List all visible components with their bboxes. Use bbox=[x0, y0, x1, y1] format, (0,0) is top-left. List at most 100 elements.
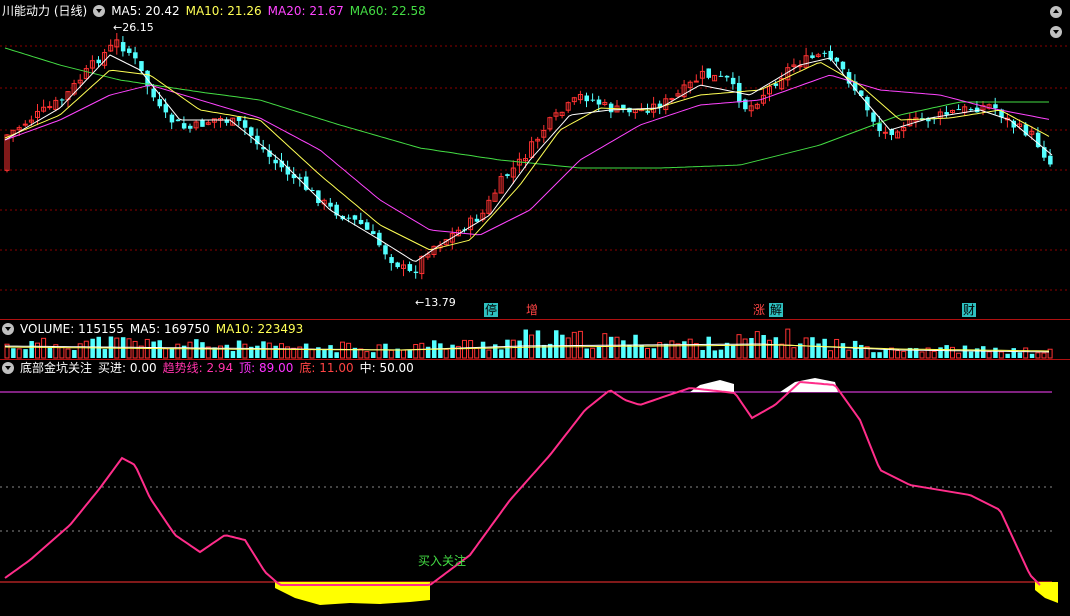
candle-body-down bbox=[157, 99, 162, 107]
volume-bar-up bbox=[919, 351, 925, 359]
volume-bar-down bbox=[523, 329, 528, 358]
indicator-menu-icon[interactable] bbox=[93, 5, 106, 17]
volume-bar-down bbox=[840, 343, 846, 358]
candle-body-down bbox=[944, 112, 949, 115]
volume-bar-down bbox=[157, 340, 162, 358]
candle-body-down bbox=[383, 245, 388, 255]
volume-bar-down bbox=[883, 348, 888, 358]
volume-bar-down bbox=[425, 346, 431, 358]
volume-bar-up bbox=[779, 343, 785, 359]
volume-bar-up bbox=[279, 343, 284, 359]
volume-bar-up bbox=[346, 342, 352, 359]
candle-body-down bbox=[413, 271, 419, 274]
volume-bar-up bbox=[1023, 347, 1029, 359]
candle-body-down bbox=[956, 109, 962, 111]
kline-chart[interactable] bbox=[0, 0, 1070, 318]
volume-bar-down bbox=[608, 336, 614, 358]
volume-bar-up bbox=[510, 339, 516, 359]
volume-bar-up bbox=[59, 346, 65, 359]
candle-body-down bbox=[151, 88, 156, 98]
candle-body-down bbox=[993, 104, 998, 109]
indicator-header: 底部金坑关注 买进: 0.00 趋势线: 2.94 顶: 89.00 底: 11.00 中… bbox=[2, 359, 420, 377]
ma5-value: MA5: 20.42 bbox=[111, 4, 180, 18]
volume-bar-down bbox=[773, 337, 779, 358]
mid-value: 中: 50.00 bbox=[359, 361, 414, 375]
volume-bar-down bbox=[718, 349, 724, 358]
chart-stage[interactable]: 川能动力 (日线) MA5: 20.42 MA10: 21.26 MA20: 21.6… bbox=[0, 0, 1070, 616]
volume-bar-down bbox=[1017, 352, 1023, 358]
volume-bar-up bbox=[35, 342, 40, 359]
volume-bar-up bbox=[413, 344, 419, 359]
collapse-up-icon[interactable] bbox=[1050, 6, 1062, 18]
volume-bar-up bbox=[834, 338, 840, 359]
volume-bar-down bbox=[584, 348, 589, 358]
volume-bar-down bbox=[450, 344, 455, 358]
volume-bar-down bbox=[273, 345, 278, 358]
candle-body-down bbox=[1048, 155, 1053, 165]
event-limit-up[interactable]: 涨 bbox=[752, 303, 766, 317]
volume-bar-down bbox=[499, 349, 504, 358]
volume-bar-up bbox=[474, 347, 480, 359]
volume-bar-down bbox=[938, 347, 943, 358]
volume-bar-down bbox=[749, 338, 754, 358]
event-suspend[interactable]: 停 bbox=[484, 303, 498, 317]
event-unlock[interactable]: 解 bbox=[769, 303, 783, 317]
volume-bar-up bbox=[895, 350, 901, 359]
volume-bar-up bbox=[1035, 352, 1041, 359]
volume-bar-down bbox=[47, 346, 53, 358]
candle-body-up bbox=[693, 80, 699, 83]
candle-body-down bbox=[407, 264, 413, 271]
event-increase[interactable]: 增 bbox=[525, 303, 539, 317]
event-financial[interactable]: 财 bbox=[962, 303, 976, 317]
volume-bar-up bbox=[486, 349, 492, 359]
candle-body-up bbox=[47, 106, 53, 109]
low-price-label: ←13.79 bbox=[415, 296, 456, 309]
trend-line bbox=[4, 380, 1041, 586]
volume-ma5-value: MA5: 169750 bbox=[129, 322, 210, 336]
volume-bar-down bbox=[639, 344, 644, 358]
low-price-value: 13.79 bbox=[424, 296, 456, 309]
volume-bar-up bbox=[645, 347, 650, 359]
candle-body-down bbox=[175, 119, 181, 122]
volume-bar-up bbox=[742, 338, 748, 359]
volume-bar-down bbox=[859, 344, 864, 358]
candle-body-down bbox=[389, 257, 394, 264]
volume-bar-down bbox=[102, 349, 108, 358]
volume-bar-down bbox=[981, 346, 986, 358]
volume-bar-down bbox=[651, 348, 657, 358]
volume-bar-down bbox=[383, 343, 388, 358]
volume-bar-up bbox=[614, 336, 620, 359]
volume-bar-down bbox=[706, 336, 711, 358]
candle-body-down bbox=[596, 99, 602, 105]
volume-bar-down bbox=[877, 352, 882, 358]
volume-bar-down bbox=[151, 341, 156, 358]
volume-bar-up bbox=[931, 350, 937, 359]
volume-bar-down bbox=[322, 349, 327, 358]
volume-value: VOLUME: 115155 bbox=[20, 322, 124, 336]
candle-body-down bbox=[822, 52, 827, 54]
volume-bar-down bbox=[1011, 348, 1016, 358]
candle-body-down bbox=[236, 116, 242, 121]
volume-bar-up bbox=[956, 352, 962, 359]
volume-bar-up bbox=[846, 349, 852, 359]
volume-bar-down bbox=[871, 352, 876, 358]
volume-menu-icon[interactable] bbox=[2, 323, 14, 335]
bottom-pit-fill-right bbox=[1035, 582, 1058, 603]
indicator-panel-menu-icon[interactable] bbox=[2, 362, 14, 374]
volume-bar-up bbox=[736, 334, 742, 359]
volume-bar-down bbox=[303, 343, 309, 358]
candle-body-down bbox=[584, 95, 589, 102]
candle-body-down bbox=[730, 77, 736, 85]
candle-body-down bbox=[169, 114, 175, 123]
collapse-down-icon[interactable] bbox=[1050, 26, 1062, 38]
volume-bar-up bbox=[83, 340, 89, 359]
volume-bar-up bbox=[163, 347, 169, 359]
indicator-chart[interactable] bbox=[0, 360, 1070, 616]
candle-body-down bbox=[645, 111, 650, 113]
volume-bar-down bbox=[255, 345, 260, 358]
volume-bar-up bbox=[187, 341, 193, 359]
volume-bar-down bbox=[621, 340, 626, 358]
volume-bar-down bbox=[328, 345, 333, 358]
candle-body-down bbox=[371, 231, 376, 235]
volume-bar-up bbox=[468, 340, 474, 359]
